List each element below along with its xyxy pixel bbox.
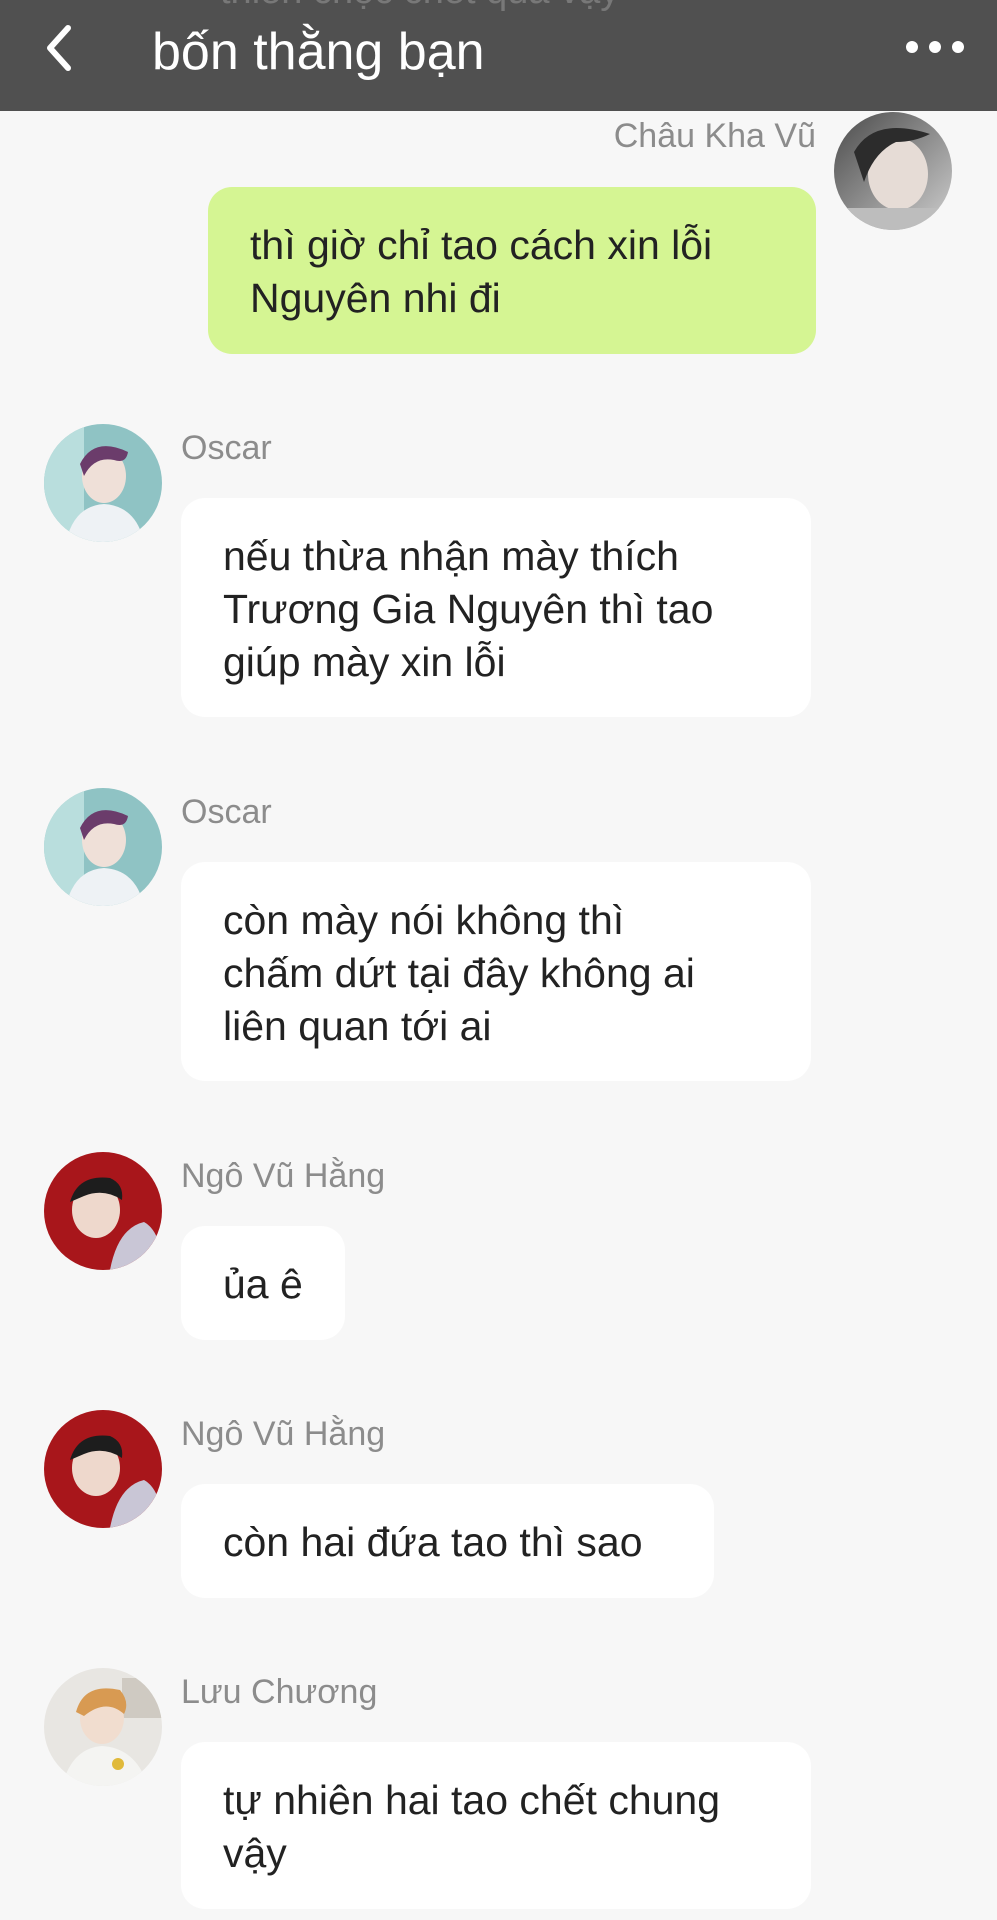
message-line: Nguyên nhi đi — [250, 275, 501, 321]
sender-name: Ngô Vũ Hằng — [181, 1415, 386, 1453]
avatar-image — [44, 1410, 162, 1528]
message-line: vậy — [223, 1830, 287, 1876]
avatar-image — [44, 424, 162, 542]
chat-header: thiên chọc chết quá vậy bốn thằng bạn — [0, 0, 997, 111]
avatar[interactable] — [44, 1410, 162, 1528]
chat-screen: thiên chọc chết quá vậy bốn thằng bạn Ch… — [0, 0, 997, 1920]
sender-name: Oscar — [181, 429, 272, 467]
chat-title[interactable]: bốn thằng bạn — [152, 18, 485, 86]
message-line: ủa ê — [223, 1261, 303, 1307]
message-bubble[interactable]: tự nhiên hai tao chết chung vậy — [181, 1742, 811, 1909]
message-bubble[interactable]: còn hai đứa tao thì sao — [181, 1484, 714, 1598]
message-bubble[interactable]: nếu thừa nhận mày thích Trương Gia Nguyê… — [181, 498, 811, 717]
scrolled-message-peek: thiên chọc chết quá vậy — [220, 0, 619, 13]
message-line: tự nhiên hai tao chết chung — [223, 1777, 721, 1823]
avatar-image — [44, 1152, 162, 1270]
message-line: chấm dứt tại đây không ai — [223, 950, 695, 996]
sender-name: Châu Kha Vũ — [613, 117, 816, 155]
message-line: liên quan tới ai — [223, 1003, 492, 1049]
message-line: nếu thừa nhận mày thích — [223, 533, 679, 579]
more-dots-icon — [906, 41, 964, 53]
message-line: còn mày nói không thì — [223, 897, 625, 943]
avatar[interactable] — [44, 1668, 162, 1786]
avatar-image — [44, 788, 162, 906]
back-button[interactable] — [30, 18, 90, 78]
message-bubble[interactable]: thì giờ chỉ tao cách xin lỗi Nguyên nhi … — [208, 187, 816, 354]
avatar[interactable] — [44, 1152, 162, 1270]
avatar[interactable] — [44, 788, 162, 906]
message-bubble[interactable]: còn mày nói không thì chấm dứt tại đây k… — [181, 862, 811, 1081]
message-line: Trương Gia Nguyên thì tao — [223, 586, 714, 632]
avatar[interactable] — [834, 112, 952, 230]
avatar-image — [834, 112, 952, 230]
avatar[interactable] — [44, 424, 162, 542]
sender-name: Ngô Vũ Hằng — [181, 1157, 386, 1195]
sender-name: Oscar — [181, 793, 272, 831]
chevron-left-icon — [47, 25, 71, 71]
sender-name: Lưu Chương — [181, 1673, 378, 1711]
message-bubble[interactable]: ủa ê — [181, 1226, 345, 1340]
avatar-image — [44, 1668, 162, 1786]
message-line: còn hai đứa tao thì sao — [223, 1519, 643, 1565]
message-line: giúp mày xin lỗi — [223, 639, 506, 685]
message-line: thì giờ chỉ tao cách xin lỗi — [250, 222, 713, 268]
more-options-button[interactable] — [900, 22, 970, 72]
